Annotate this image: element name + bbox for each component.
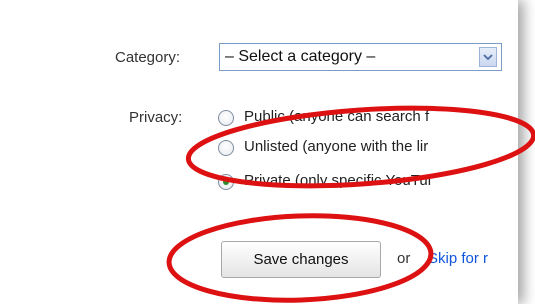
save-changes-button[interactable]: Save changes [221, 241, 381, 278]
privacy-option-label: Private (only specific YouTul [244, 172, 432, 189]
radio-unlisted[interactable] [218, 140, 234, 156]
privacy-label: Privacy: [129, 109, 183, 126]
radio-selected-dot [223, 179, 229, 185]
privacy-option-label: Public (anyone can search f [244, 108, 430, 125]
or-text: or [397, 250, 411, 267]
radio-private[interactable] [218, 174, 234, 190]
video-settings-panel: Category: – Select a category – Privacy:… [0, 0, 518, 304]
skip-link[interactable]: Skip for r [428, 250, 488, 267]
category-select-value: – Select a category – [225, 48, 376, 65]
category-label: Category: [115, 49, 181, 66]
category-select[interactable]: – Select a category – [219, 43, 502, 71]
privacy-option-label: Unlisted (anyone with the lir [244, 138, 429, 155]
dropdown-arrow-button[interactable] [479, 47, 497, 67]
radio-public[interactable] [218, 110, 234, 126]
chevron-down-icon [483, 54, 493, 60]
